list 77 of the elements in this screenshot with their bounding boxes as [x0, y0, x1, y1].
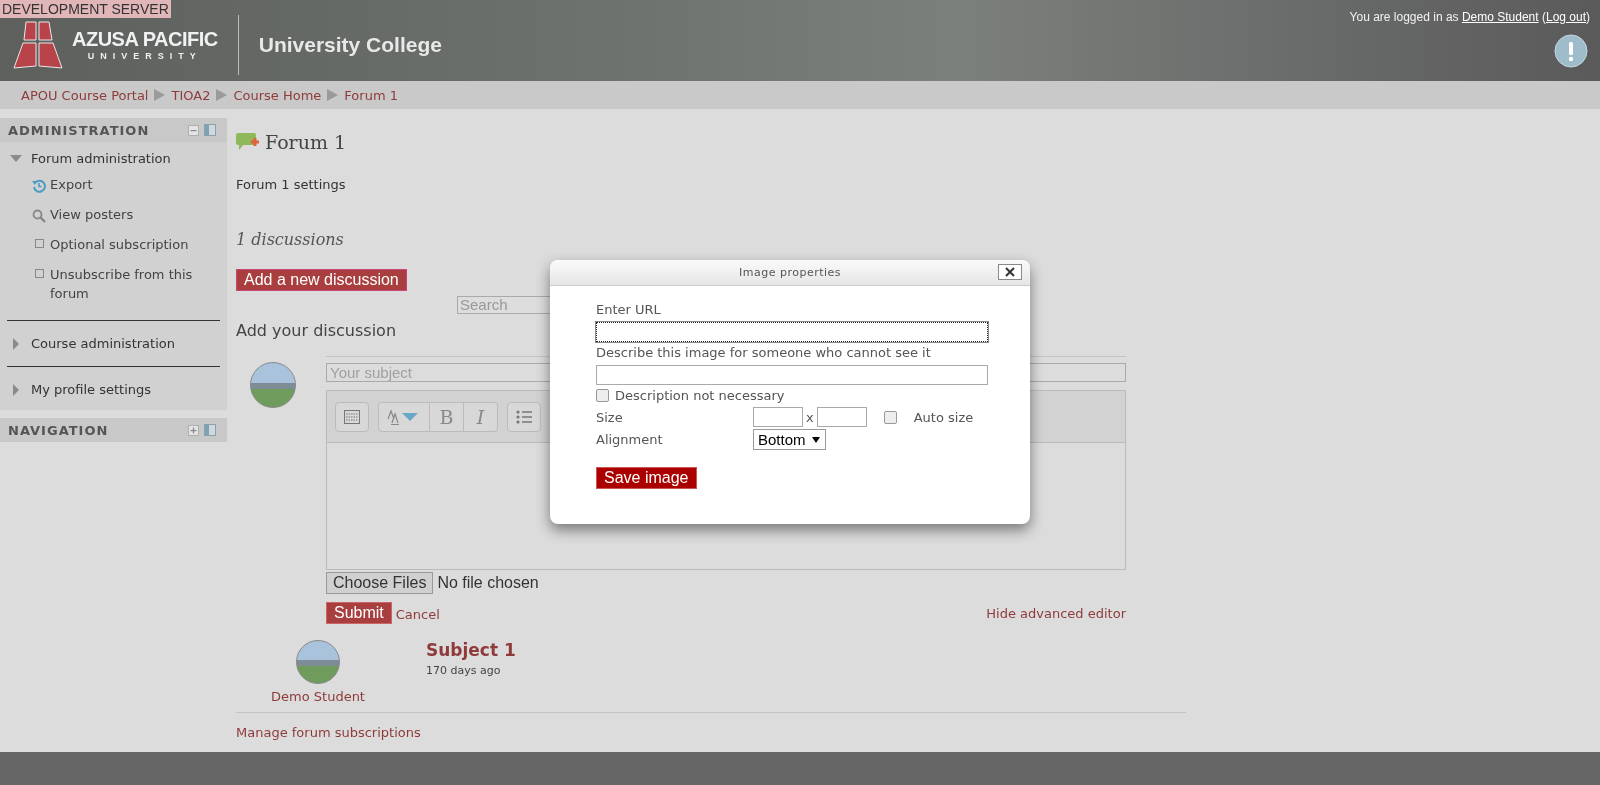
dev-server-label: DEVELOPMENT SERVER: [0, 0, 171, 18]
field-label: Enter URL: [596, 302, 661, 317]
section-heading: Add your discussion: [236, 321, 397, 340]
choose-files-button[interactable]: Choose Files: [326, 572, 434, 594]
add-discussion-button[interactable]: Add a new discussion: [236, 269, 407, 291]
url-field[interactable]: [596, 322, 988, 342]
breadcrumb-link[interactable]: Course Home: [233, 87, 322, 103]
avatar: [250, 362, 296, 408]
forum-icon: [236, 132, 260, 152]
login-info: You are logged in as Demo Student (Log out): [1349, 10, 1590, 24]
checkbox-label: Auto size: [913, 409, 974, 425]
checkbox-label: Description not necessary: [615, 388, 785, 403]
tree-item[interactable]: View posters: [50, 205, 210, 224]
manage-subscriptions-link[interactable]: Manage forum subscriptions: [236, 725, 1186, 740]
expand-icon[interactable]: [188, 424, 199, 436]
save-image-button[interactable]: Save image: [596, 467, 697, 489]
discussion-time: 170 days ago: [426, 664, 502, 677]
tree-item[interactable]: My profile settings: [31, 382, 152, 397]
field-label: Describe this image for someone who cannot see it: [596, 345, 931, 360]
width-field[interactable]: [753, 407, 803, 427]
breadcrumb-separator-icon: [327, 89, 339, 101]
list-button[interactable]: [507, 401, 541, 432]
field-label: Size: [596, 409, 624, 425]
hide-editor-link[interactable]: Hide advanced editor: [986, 605, 1126, 621]
field-label: Alignment: [596, 432, 664, 447]
bullet-icon: [34, 239, 44, 248]
user-link[interactable]: Demo Student: [1461, 10, 1539, 24]
avatar: [296, 640, 340, 684]
dropdown-icon: [811, 436, 820, 443]
block-title: NAVIGATION: [8, 422, 110, 438]
logo-subtitle: UNIVERSITY: [87, 51, 202, 61]
breadcrumb-link[interactable]: APOU Course Portal: [21, 87, 149, 103]
breadcrumb-link[interactable]: TIOA2: [171, 87, 211, 103]
tree-item[interactable]: Forum administration: [31, 151, 171, 166]
dialog-title: Image properties: [738, 266, 842, 279]
logo-icon: [12, 19, 64, 70]
discussion-count: 1 discussions: [236, 230, 345, 249]
collapse-icon[interactable]: [188, 124, 199, 136]
logout-link[interactable]: Log out: [1545, 10, 1586, 24]
tree-item[interactable]: Course administration: [31, 336, 175, 351]
file-status: No file chosen: [437, 574, 539, 592]
tree-item[interactable]: Export: [50, 175, 210, 194]
tree-item[interactable]: Unsubscribe from this forum: [50, 265, 210, 303]
cancel-link[interactable]: Cancel: [395, 607, 440, 622]
bullet-icon: [34, 269, 44, 278]
height-field[interactable]: [816, 407, 867, 427]
submit-button[interactable]: Submit: [326, 602, 392, 624]
discussion-subject[interactable]: Subject 1: [426, 640, 516, 660]
history-icon: [32, 179, 46, 193]
dock-icon[interactable]: [204, 124, 216, 136]
search-icon: [32, 209, 46, 223]
checkbox[interactable]: [596, 389, 609, 402]
size-separator: x: [806, 409, 814, 425]
block-title: ADMINISTRATION: [8, 122, 151, 138]
close-icon: [1005, 267, 1015, 277]
close-button[interactable]: [998, 264, 1022, 280]
checkbox[interactable]: [883, 410, 897, 424]
page-title: Forum 1: [265, 131, 347, 153]
breadcrumb-separator-icon: [216, 89, 228, 101]
settings-link[interactable]: Forum 1 settings: [236, 177, 1186, 192]
alignment-select[interactable]: Bottom: [753, 429, 826, 450]
keyboard-icon: [344, 409, 360, 424]
notification-icon[interactable]: [1554, 34, 1588, 68]
site-title: University College: [258, 32, 442, 57]
toolbar-toggle-button[interactable]: [335, 401, 369, 432]
font-style-button[interactable]: [378, 401, 430, 432]
dock-icon[interactable]: [204, 424, 216, 436]
font-style-icon: [387, 408, 421, 425]
logo-name: AZUSA PACIFIC: [72, 28, 218, 51]
description-field[interactable]: [596, 365, 988, 385]
breadcrumb-separator-icon: [154, 89, 166, 101]
bullet-list-icon: [516, 409, 532, 424]
breadcrumb-link[interactable]: Forum 1: [344, 87, 398, 103]
collapsed-arrow-icon[interactable]: [10, 337, 22, 350]
author-link[interactable]: Demo Student: [271, 689, 365, 704]
collapsed-arrow-icon[interactable]: [10, 383, 22, 396]
tree-item[interactable]: Optional subscription: [50, 235, 210, 254]
